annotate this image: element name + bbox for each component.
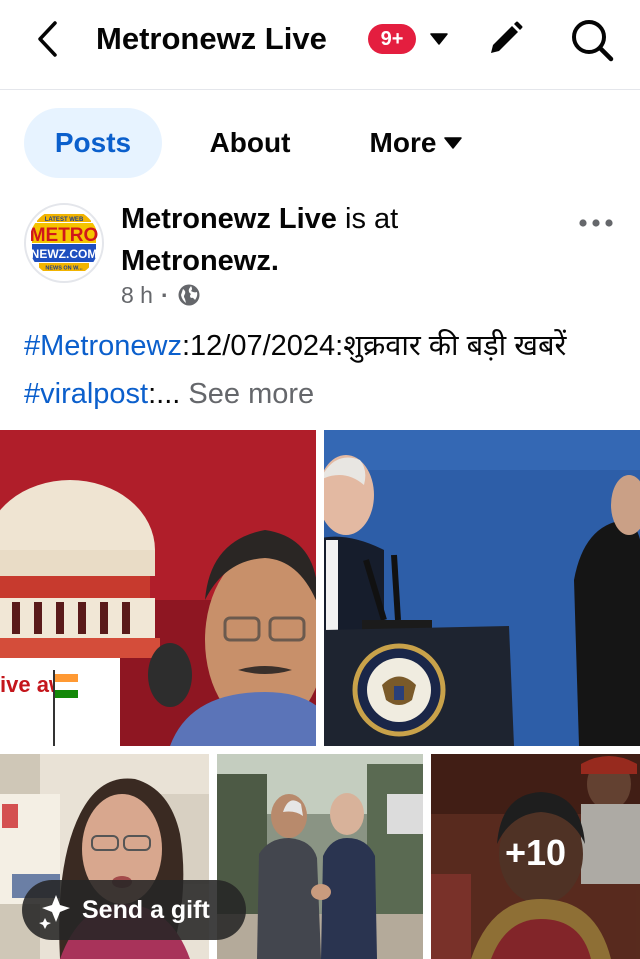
- tab-label: Posts: [54, 127, 132, 158]
- see-more-link[interactable]: See more: [188, 378, 314, 410]
- more-photos-count: +10: [431, 754, 640, 959]
- metronewz-logo: LATEST WEB METRO NEWZ.COM NEWS ON W...: [29, 208, 99, 278]
- page-avatar[interactable]: LATEST WEB METRO NEWZ.COM NEWS ON W...: [24, 203, 104, 283]
- post-options-button[interactable]: [574, 205, 618, 241]
- hashtag-viralpost[interactable]: #viralpost: [24, 378, 148, 410]
- post-header: Metronewz Live is at Metronewz.: [121, 198, 541, 282]
- notification-badge[interactable]: 9+: [368, 24, 416, 54]
- post-photo-2[interactable]: [324, 430, 640, 746]
- meta-separator: ·: [160, 281, 169, 308]
- tab-about[interactable]: About: [186, 108, 314, 178]
- post-photo-1[interactable]: ive aw: [0, 430, 316, 746]
- edit-button[interactable]: [484, 18, 526, 60]
- logo-bottom-text: NEWS ON W...: [45, 266, 83, 272]
- tab-posts[interactable]: Posts: [24, 108, 162, 178]
- chevron-left-icon: [38, 21, 57, 57]
- post-text: #Metronewz:12/07/2024:शुक्रवार की बड़ी ख…: [24, 322, 624, 418]
- leaders-handshake-image: [217, 754, 423, 959]
- post-meta: 8 h ·: [121, 280, 201, 310]
- top-bar: Metronewz Live 9+: [0, 0, 640, 90]
- post-is-at: is at: [345, 203, 399, 235]
- post-photo-4[interactable]: [217, 754, 423, 959]
- back-button[interactable]: [30, 18, 64, 60]
- post-photo-5[interactable]: +10: [431, 754, 640, 959]
- logo-top-text: LATEST WEB: [45, 217, 84, 223]
- gift-sparkle-icon: [36, 891, 74, 929]
- globe-icon: [178, 284, 200, 306]
- post-location[interactable]: Metronewz.: [121, 245, 279, 277]
- post-body-text: :12/07/2024:शुक्रवार की बड़ी खबरें: [181, 330, 567, 362]
- tab-label: More: [369, 127, 437, 158]
- post-author[interactable]: Metronewz Live: [121, 203, 337, 235]
- caret-down-icon: [444, 137, 463, 149]
- logo-main-text: METRO: [30, 225, 99, 246]
- post-text-trail: :...: [148, 378, 181, 410]
- hashtag-metronewz[interactable]: #Metronewz: [24, 330, 182, 362]
- tab-label: About: [209, 127, 291, 158]
- search-button[interactable]: [568, 16, 616, 64]
- send-gift-button[interactable]: Send a gift: [22, 880, 246, 940]
- more-horizontal-icon: [579, 219, 613, 227]
- send-gift-label: Send a gift: [82, 895, 210, 924]
- caret-down-icon: [430, 33, 448, 45]
- page-title[interactable]: Metronewz Live: [96, 20, 327, 58]
- pencil-icon: [491, 21, 523, 53]
- title-dropdown-button[interactable]: [428, 30, 450, 48]
- press-podium-image: [324, 430, 640, 746]
- supreme-court-image: ive aw: [0, 430, 316, 746]
- search-icon: [572, 20, 614, 62]
- logo-sub-text: NEWZ.COM: [31, 247, 98, 261]
- post-time[interactable]: 8 h: [121, 282, 153, 309]
- tab-more[interactable]: More: [350, 108, 482, 178]
